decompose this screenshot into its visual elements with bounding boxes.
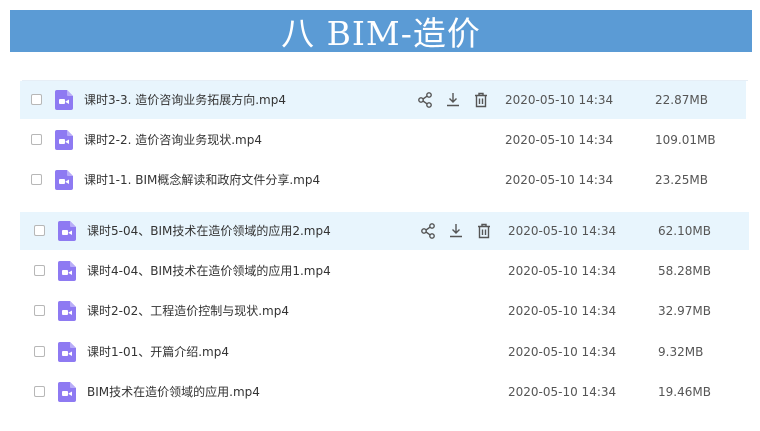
file-date: 2020-05-10 14:34 [508,345,617,359]
select-checkbox[interactable] [34,346,45,357]
trash-icon[interactable] [472,91,490,109]
page-title: 八 BIM-造价 [281,14,481,53]
file-size: 9.32MB [658,345,704,359]
select-checkbox[interactable] [31,94,42,105]
file-size: 32.97MB [658,304,711,318]
file-name[interactable]: 课时1-01、开篇介绍.mp4 [87,333,229,371]
video-file-icon [58,221,76,241]
file-name[interactable]: 课时3-3. 造价咨询业务拓展方向.mp4 [84,81,286,119]
download-icon[interactable] [447,222,465,240]
trash-icon[interactable] [475,222,493,240]
file-row[interactable]: 课时1-1. BIM概念解读和政府文件分享.mp4 2020-05-10 14:3… [20,161,746,199]
file-name[interactable]: 课时5-04、BIM技术在造价领域的应用2.mp4 [87,212,331,250]
file-row[interactable]: 课时4-04、BIM技术在造价领域的应用1.mp4 2020-05-10 14:3… [20,252,749,290]
file-size: 19.46MB [658,385,711,399]
share-icon[interactable] [416,91,434,109]
file-name[interactable]: 课时2-02、工程造价控制与现状.mp4 [87,292,289,330]
row-actions [419,222,499,240]
select-checkbox[interactable] [34,265,45,276]
select-checkbox[interactable] [31,174,42,185]
download-icon[interactable] [444,91,462,109]
select-checkbox[interactable] [34,305,45,316]
video-file-icon [55,170,73,190]
video-file-icon [55,130,73,150]
file-date: 2020-05-10 14:34 [505,173,614,187]
file-date: 2020-05-10 14:34 [508,385,617,399]
file-row[interactable]: 课时5-04、BIM技术在造价领域的应用2.mp4 2020-05-10 14:3… [20,212,749,250]
file-size: 23.25MB [655,173,708,187]
file-name[interactable]: 课时2-2. 造价咨询业务现状.mp4 [84,121,262,159]
file-date: 2020-05-10 14:34 [508,224,617,238]
video-file-icon [58,342,76,362]
select-checkbox[interactable] [34,386,45,397]
file-size: 58.28MB [658,264,711,278]
file-name[interactable]: BIM技术在造价领域的应用.mp4 [87,373,260,411]
file-date: 2020-05-10 14:34 [508,264,617,278]
file-name[interactable]: 课时1-1. BIM概念解读和政府文件分享.mp4 [84,161,320,199]
file-date: 2020-05-10 14:34 [508,304,617,318]
video-file-icon [58,382,76,402]
file-row[interactable]: 课时3-3. 造价咨询业务拓展方向.mp4 2020-05-10 14:34 22.… [20,81,746,119]
video-file-icon [55,90,73,110]
select-checkbox[interactable] [34,225,45,236]
row-actions [416,91,496,109]
file-row[interactable]: BIM技术在造价领域的应用.mp4 2020-05-10 14:34 19.46MB [20,373,749,411]
page-title-banner: 八 BIM-造价 [10,10,752,53]
file-size: 109.01MB [655,133,716,147]
file-date: 2020-05-10 14:34 [505,133,614,147]
video-file-icon [58,261,76,281]
file-size: 22.87MB [655,93,708,107]
file-row[interactable]: 课时1-01、开篇介绍.mp4 2020-05-10 14:34 9.32MB [20,333,749,371]
share-icon[interactable] [419,222,437,240]
file-name[interactable]: 课时4-04、BIM技术在造价领域的应用1.mp4 [87,252,331,290]
file-row[interactable]: 课时2-2. 造价咨询业务现状.mp4 2020-05-10 14:34 109.0… [20,121,746,159]
video-file-icon [58,301,76,321]
file-size: 62.10MB [658,224,711,238]
file-row[interactable]: 课时2-02、工程造价控制与现状.mp4 2020-05-10 14:34 32.9… [20,292,749,330]
file-date: 2020-05-10 14:34 [505,93,614,107]
select-checkbox[interactable] [31,134,42,145]
